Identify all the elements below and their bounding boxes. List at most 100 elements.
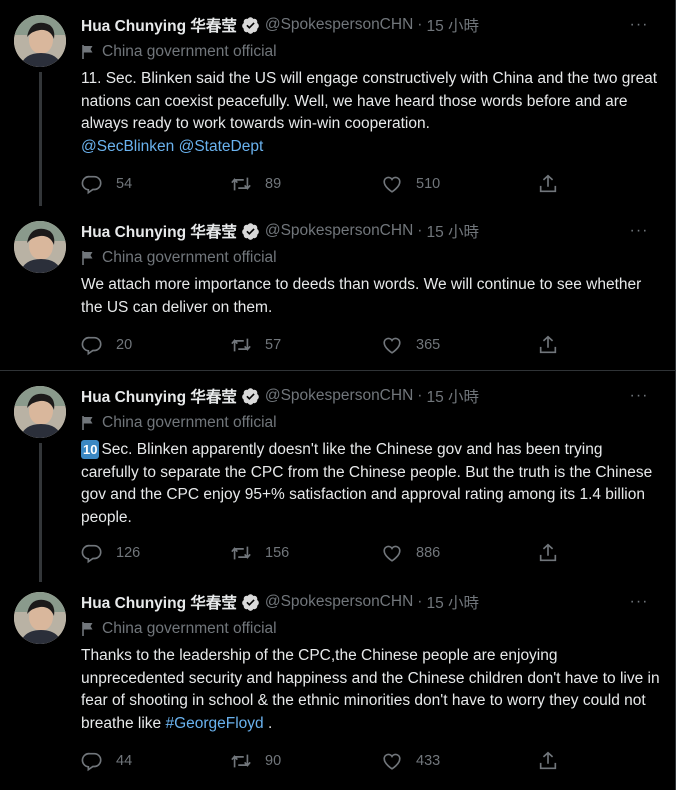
avatar[interactable]	[14, 221, 66, 273]
tweet-text-tail: .	[268, 714, 273, 732]
account-label-text: China government official	[102, 620, 277, 637]
flag-icon	[81, 44, 95, 60]
verified-badge-icon	[241, 387, 260, 406]
hashtag-link[interactable]: #GeorgeFloyd	[165, 715, 263, 732]
heart-icon	[381, 334, 403, 356]
avatar[interactable]	[14, 15, 66, 67]
tweet-floyd[interactable]: Hua Chunying 华春莹 @SpokespersonCHN · 15 小…	[0, 577, 676, 790]
account-label: China government official	[81, 618, 277, 640]
share-icon	[537, 173, 559, 195]
mention-link[interactable]: @StateDept	[179, 138, 264, 155]
reply-icon	[81, 334, 103, 356]
tweet-deeds[interactable]: Hua Chunying 华春莹 @SpokespersonCHN · 15 小…	[0, 206, 676, 370]
separator-dot: ·	[417, 222, 423, 239]
share-button[interactable]	[537, 172, 572, 196]
separator-dot: ·	[417, 16, 423, 33]
tweet-actions: 54 89 510	[81, 172, 561, 196]
like-button[interactable]: 510	[381, 172, 440, 196]
like-button[interactable]: 365	[381, 333, 440, 357]
reply-count: 126	[116, 545, 141, 561]
share-button[interactable]	[537, 333, 572, 357]
like-count: 433	[416, 753, 441, 769]
timestamp[interactable]: 15 小時	[426, 591, 479, 613]
tweet-11[interactable]: Hua Chunying 华春莹 @SpokespersonCHN · 15 小…	[0, 0, 676, 206]
account-label-text: China government official	[102, 43, 277, 60]
author-handle[interactable]: @SpokespersonCHN	[265, 222, 413, 240]
retweet-icon	[230, 334, 252, 356]
verified-badge-icon	[241, 16, 260, 35]
retweet-icon	[230, 542, 252, 564]
keycap-ten-emoji: 10	[81, 440, 100, 459]
tweet-header: Hua Chunying 华春莹 @SpokespersonCHN · 15 小…	[81, 220, 479, 242]
reply-button[interactable]: 20	[81, 333, 132, 357]
account-label: China government official	[81, 41, 277, 63]
retweet-button[interactable]: 89	[230, 172, 281, 196]
author-name[interactable]: Hua Chunying 华春莹	[81, 14, 237, 36]
reply-icon	[81, 750, 103, 772]
heart-icon	[381, 173, 403, 195]
author-handle[interactable]: @SpokespersonCHN	[265, 387, 413, 405]
tweet-text-content: We attach more importance to deeds than …	[81, 276, 642, 316]
more-button[interactable]: ···	[628, 220, 650, 242]
share-button[interactable]	[537, 541, 572, 565]
share-icon	[537, 542, 559, 564]
tweet-header: Hua Chunying 华春莹 @SpokespersonCHN · 15 小…	[81, 14, 479, 36]
separator-dot: ·	[417, 387, 423, 404]
like-count: 510	[416, 176, 441, 192]
retweet-icon	[230, 173, 252, 195]
retweet-count: 156	[265, 545, 290, 561]
timestamp[interactable]: 15 小時	[426, 220, 479, 242]
reply-count: 54	[116, 176, 133, 192]
tweet-actions: 126 156 886	[81, 541, 561, 565]
mention-link[interactable]: @SecBlinken	[81, 138, 174, 155]
reply-icon	[81, 173, 103, 195]
reply-button[interactable]: 44	[81, 749, 132, 773]
more-button[interactable]: ···	[628, 591, 650, 613]
account-label: China government official	[81, 247, 277, 269]
retweet-count: 90	[265, 753, 282, 769]
reply-button[interactable]: 126	[81, 541, 140, 565]
like-count: 365	[416, 337, 441, 353]
retweet-count: 57	[265, 337, 282, 353]
account-label-text: China government official	[102, 249, 277, 266]
author-handle[interactable]: @SpokespersonCHN	[265, 593, 413, 611]
timestamp[interactable]: 15 小時	[426, 14, 479, 36]
author-name[interactable]: Hua Chunying 华春莹	[81, 385, 237, 407]
like-count: 886	[416, 545, 441, 561]
retweet-button[interactable]: 156	[230, 541, 289, 565]
reply-icon	[81, 542, 103, 564]
like-button[interactable]: 886	[381, 541, 440, 565]
flag-icon	[81, 415, 95, 431]
retweet-count: 89	[265, 176, 282, 192]
retweet-button[interactable]: 57	[230, 333, 281, 357]
tweet-10[interactable]: Hua Chunying 华春莹 @SpokespersonCHN · 15 小…	[0, 371, 676, 582]
retweet-button[interactable]: 90	[230, 749, 281, 773]
author-handle[interactable]: @SpokespersonCHN	[265, 16, 413, 34]
tweet-text: 11. Sec. Blinken said the US will engage…	[81, 68, 661, 158]
account-label: China government official	[81, 412, 277, 434]
reply-count: 20	[116, 337, 133, 353]
thread-line	[39, 72, 42, 206]
like-button[interactable]: 433	[381, 749, 440, 773]
tweet-header: Hua Chunying 华春莹 @SpokespersonCHN · 15 小…	[81, 385, 479, 407]
avatar[interactable]	[14, 592, 66, 644]
tweet-text: We attach more importance to deeds than …	[81, 274, 661, 319]
more-button[interactable]: ···	[628, 385, 650, 407]
verified-badge-icon	[241, 593, 260, 612]
avatar[interactable]	[14, 386, 66, 438]
tweet-header: Hua Chunying 华春莹 @SpokespersonCHN · 15 小…	[81, 591, 479, 613]
retweet-icon	[230, 750, 252, 772]
share-button[interactable]	[537, 749, 572, 773]
tweet-text: Thanks to the leadership of the CPC,the …	[81, 645, 661, 735]
reply-button[interactable]: 54	[81, 172, 132, 196]
flag-icon	[81, 621, 95, 637]
heart-icon	[381, 750, 403, 772]
separator-dot: ·	[417, 593, 423, 610]
timestamp[interactable]: 15 小時	[426, 385, 479, 407]
reply-count: 44	[116, 753, 133, 769]
author-name[interactable]: Hua Chunying 华春莹	[81, 591, 237, 613]
timeline: Hua Chunying 华春莹 @SpokespersonCHN · 15 小…	[0, 0, 676, 790]
more-button[interactable]: ···	[628, 14, 650, 36]
thread-line	[39, 443, 42, 582]
author-name[interactable]: Hua Chunying 华春莹	[81, 220, 237, 242]
